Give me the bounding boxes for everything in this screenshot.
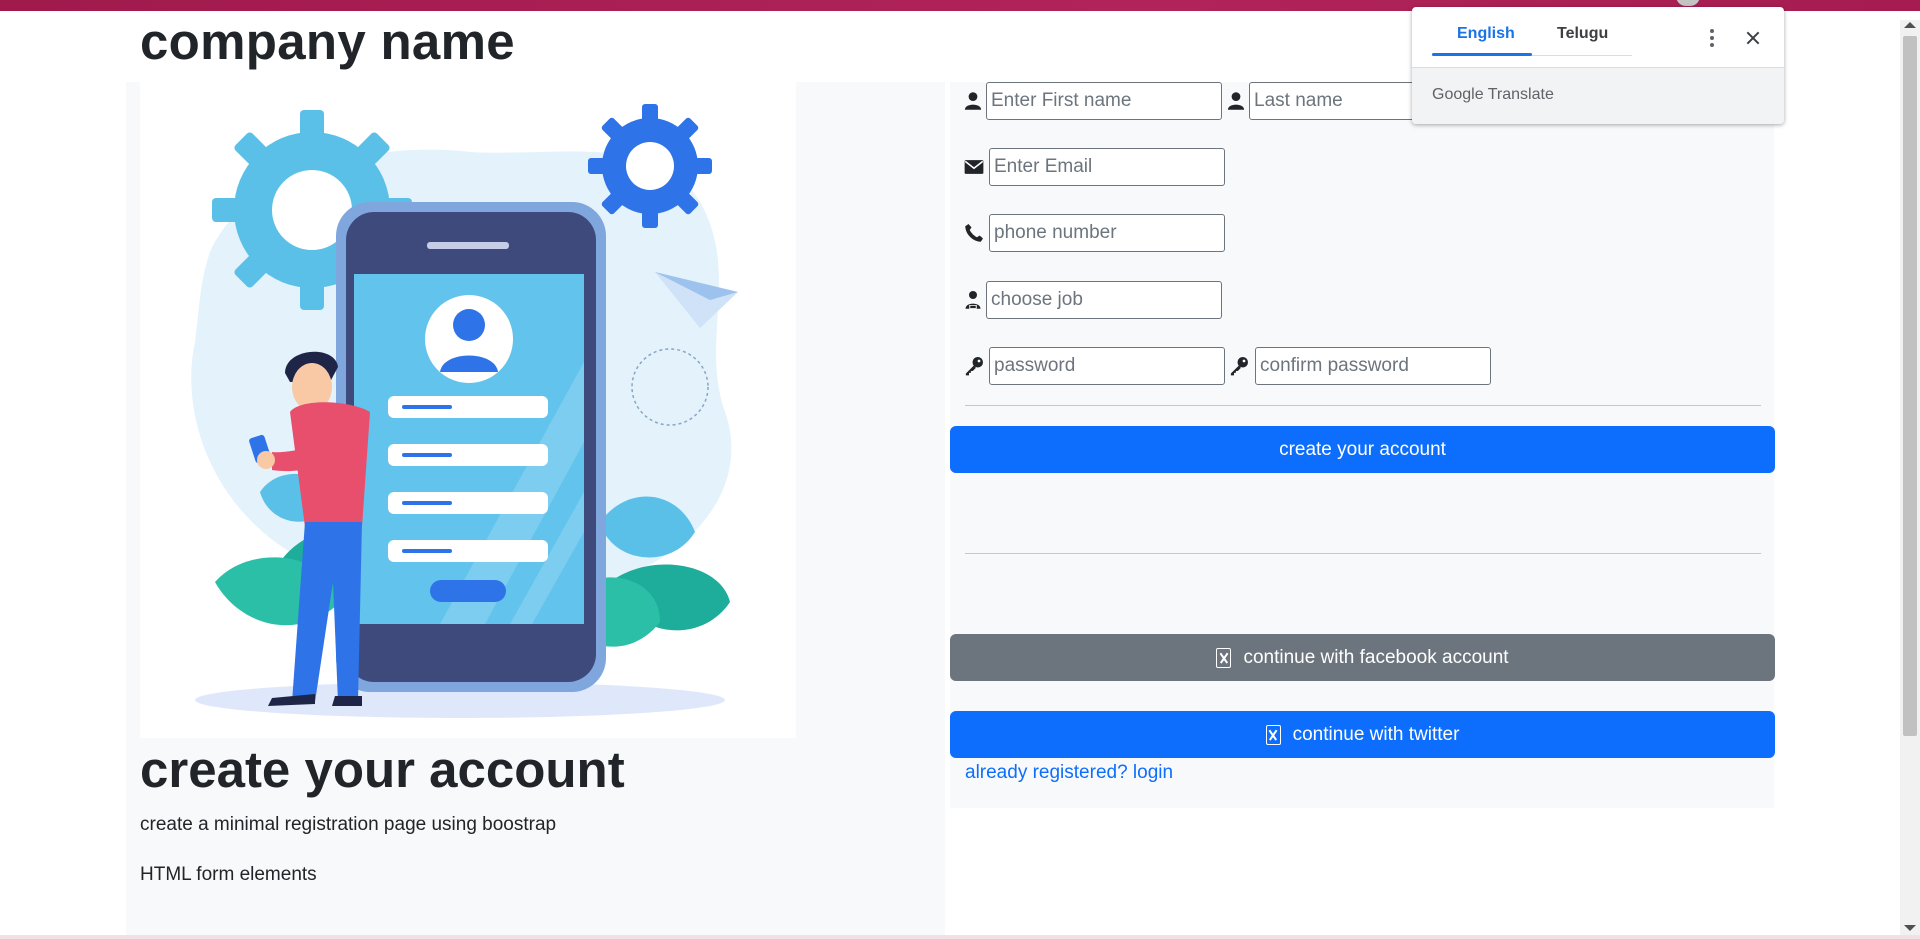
google-translate-brand: Google Translate [1432, 86, 1554, 103]
translate-tabs: English Telugu [1412, 7, 1784, 67]
create-account-label: create your account [1279, 438, 1446, 460]
page-subtext: HTML form elements [140, 864, 317, 885]
last-name-input[interactable] [1249, 82, 1419, 120]
divider [965, 405, 1761, 406]
phone-icon [963, 222, 985, 244]
google-translate-popup: English Telugu Google Translate [1412, 7, 1784, 124]
twitter-login-label: continue with twitter [1292, 723, 1460, 745]
key-icon [963, 355, 985, 377]
job-input[interactable] [986, 281, 1222, 319]
create-account-button[interactable]: create your account [950, 426, 1775, 473]
active-tab-indicator [1432, 53, 1532, 56]
login-link[interactable]: already registered? login [965, 762, 1173, 784]
tab-english[interactable]: English [1457, 25, 1515, 43]
first-name-input[interactable] [986, 82, 1222, 120]
phone-input[interactable] [989, 214, 1225, 252]
registration-illustration [140, 82, 796, 738]
envelope-icon [963, 156, 985, 178]
company-name: company name [140, 13, 515, 70]
scroll-up-arrow-icon[interactable] [1904, 22, 1916, 28]
facebook-login-button[interactable]: continue with facebook account [950, 634, 1775, 681]
confirm-password-input[interactable] [1255, 347, 1491, 385]
bottom-edge [0, 935, 1920, 939]
twitter-login-button[interactable]: continue with twitter [950, 711, 1775, 758]
password-input[interactable] [989, 347, 1225, 385]
scrollbar-thumb[interactable] [1903, 36, 1917, 736]
user-icon [962, 90, 984, 112]
translate-footer: Google Translate [1412, 67, 1784, 124]
page-description: create a minimal registration page using… [140, 814, 557, 835]
user-icon [1225, 90, 1247, 112]
job-icon [962, 289, 984, 311]
page-heading: create your account [140, 741, 625, 798]
twitter-icon [1265, 724, 1281, 745]
key-icon [1228, 355, 1250, 377]
more-vert-icon[interactable] [1702, 27, 1722, 49]
facebook-login-label: continue with facebook account [1243, 646, 1509, 668]
divider [965, 553, 1761, 554]
scroll-down-arrow-icon[interactable] [1904, 925, 1916, 931]
close-icon[interactable] [1742, 27, 1764, 49]
tab-telugu[interactable]: Telugu [1557, 25, 1608, 43]
facebook-icon [1216, 647, 1232, 668]
email-input[interactable] [989, 148, 1225, 186]
